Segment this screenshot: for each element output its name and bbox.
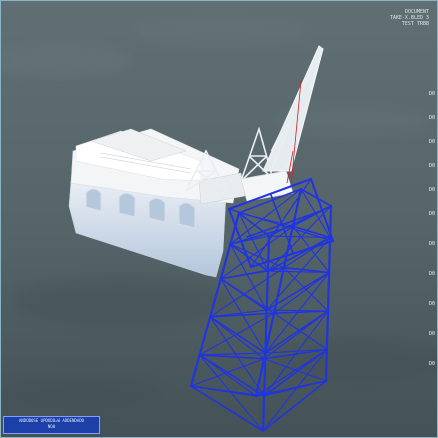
depth-tick: D0 xyxy=(428,139,435,145)
status-panel: ANDOBOSE UPDODD=W ADDENDADD NO0 xyxy=(3,416,100,434)
view-info: DOCUMENT TAKE-X.BLED 3 TEST TRBB xyxy=(390,9,429,27)
depth-tick: D0 xyxy=(428,187,435,193)
depth-tick: D0 xyxy=(428,91,435,97)
3d-viewport[interactable]: DOCUMENT TAKE-X.BLED 3 TEST TRBB D0 D0 D… xyxy=(0,0,438,438)
depth-tick: D0 xyxy=(428,211,435,217)
scene xyxy=(1,1,437,437)
depth-tick: D0 xyxy=(428,361,435,367)
status-line2: NO0 xyxy=(47,424,56,429)
depth-tick: D0 xyxy=(428,163,435,169)
depth-tick: D0 xyxy=(428,331,435,337)
depth-tick: D0 xyxy=(428,241,435,247)
depth-tick: D0 xyxy=(428,271,435,277)
view-info-line3: TEST TRBB xyxy=(401,21,429,27)
depth-tick: D0 xyxy=(428,115,435,121)
depth-tick: D0 xyxy=(428,301,435,307)
